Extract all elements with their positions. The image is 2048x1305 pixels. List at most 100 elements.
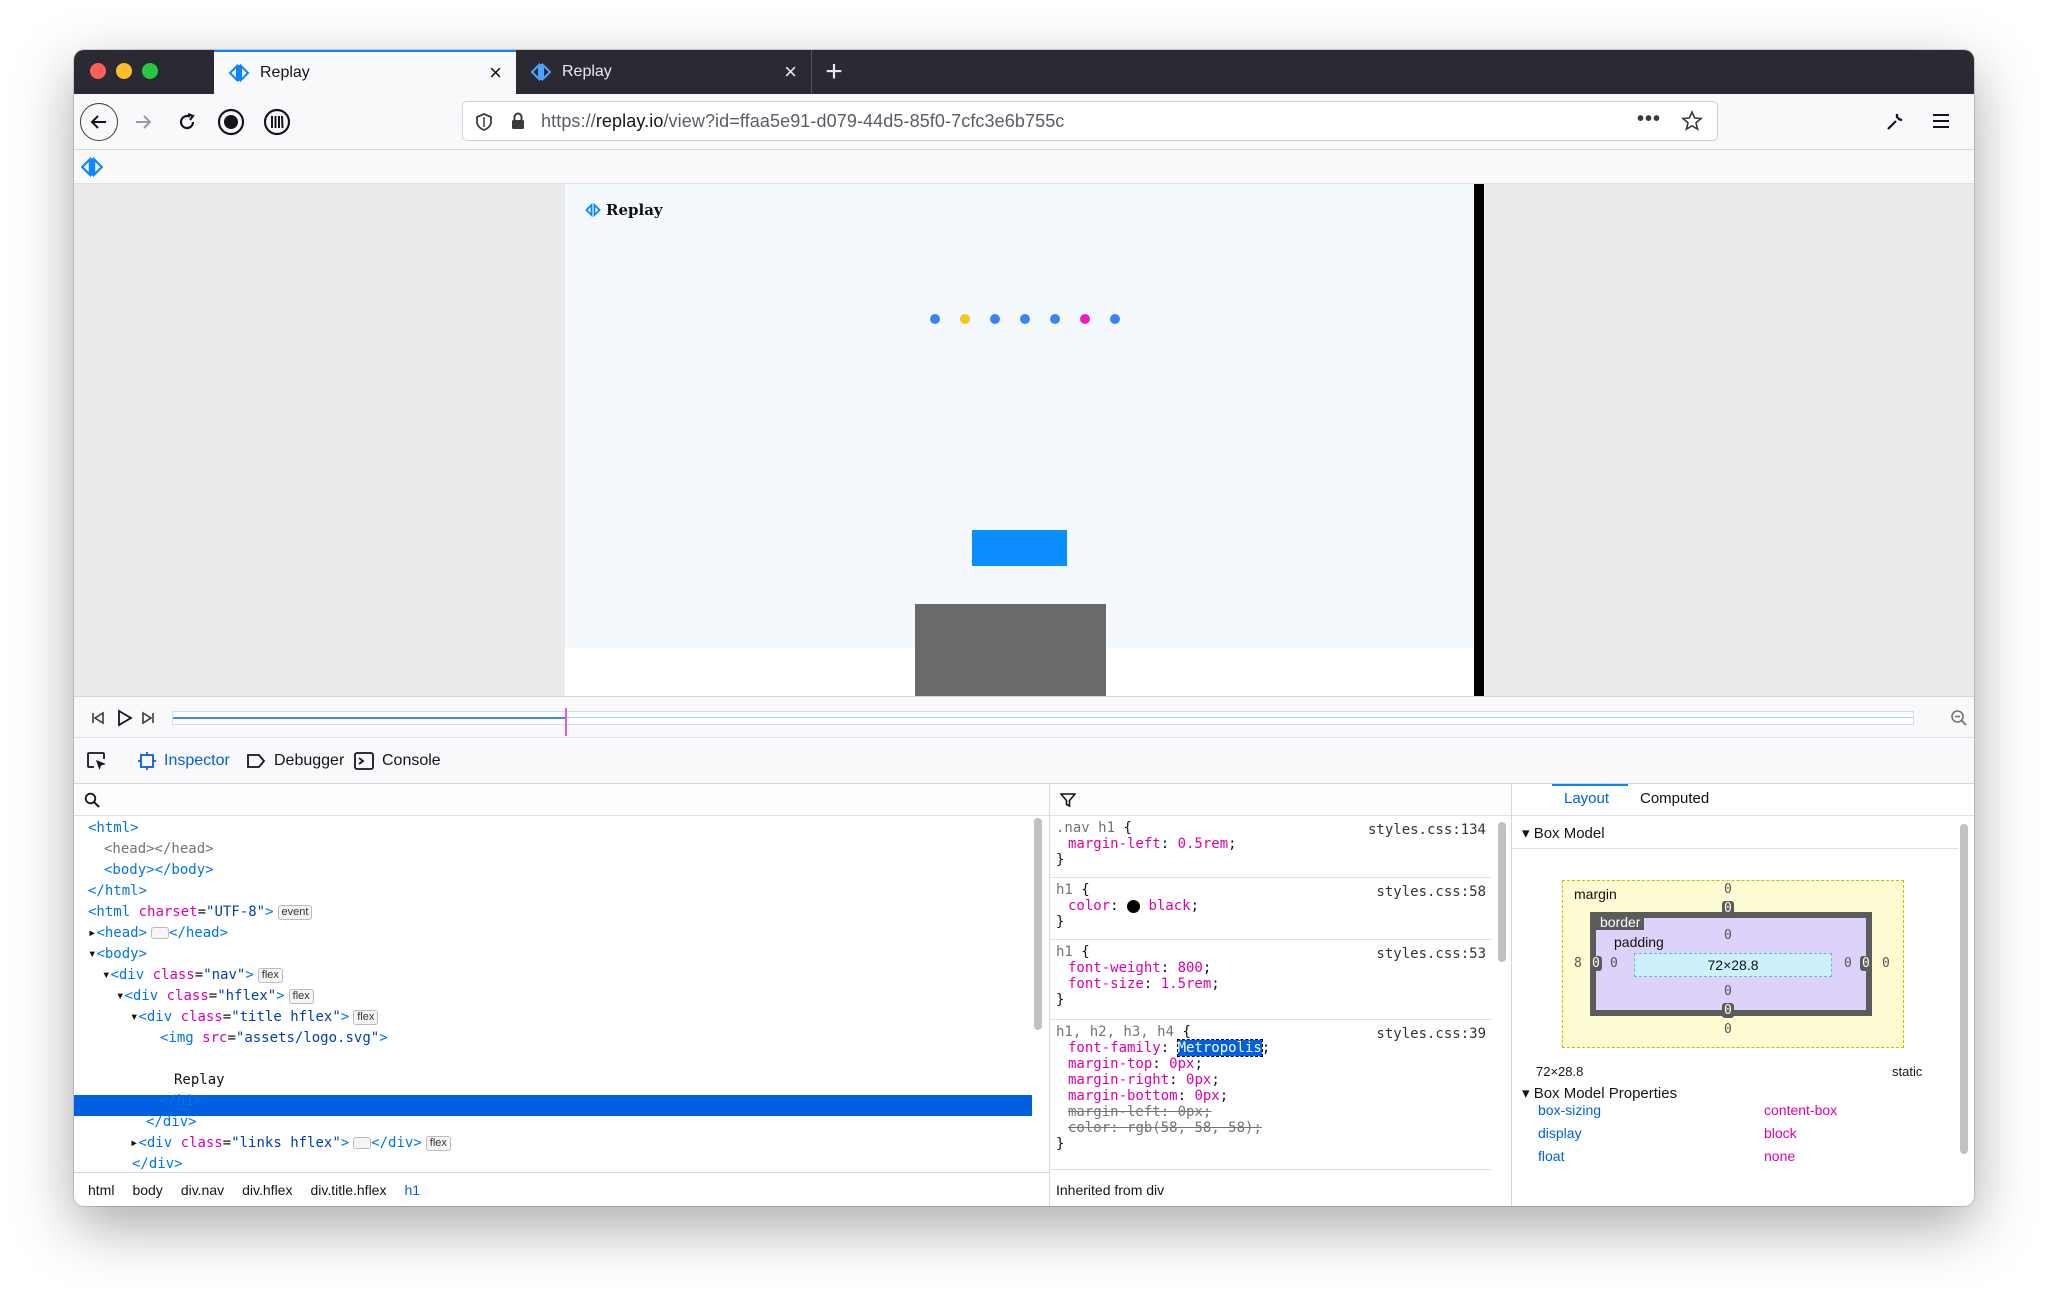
prop-value[interactable]: 0.5rem	[1178, 836, 1229, 852]
tab-replay-inactive[interactable]: Replay ×	[516, 50, 812, 94]
rules-filter-bar[interactable]	[1050, 784, 1511, 816]
tab-console[interactable]: Console	[354, 738, 441, 784]
prop-value-overridden[interactable]: 0px	[1178, 1104, 1203, 1120]
margin-right-value[interactable]: 0	[1882, 956, 1890, 971]
prop-name-overridden[interactable]: color	[1068, 1120, 1110, 1136]
rule-source-link[interactable]: styles.css:134	[1368, 822, 1486, 838]
rules-scrollbar[interactable]	[1496, 816, 1508, 1206]
rule-h1-color[interactable]: h1 { styles.css:58 color: black; }	[1050, 878, 1492, 940]
filter-icon[interactable]	[1060, 792, 1076, 808]
forward-button[interactable]	[124, 103, 162, 141]
tree-node-body[interactable]: ▾<body>	[88, 944, 147, 965]
box-model-content[interactable]: 72×28.8	[1634, 953, 1832, 977]
tab-inspector[interactable]: Inspector	[138, 738, 230, 784]
breadcrumb-h1[interactable]: h1	[404, 1182, 420, 1198]
flex-badge[interactable]: flex	[425, 1135, 451, 1151]
border-right-value[interactable]: 0	[1860, 956, 1872, 971]
rule-source-link[interactable]: styles.css:53	[1376, 946, 1486, 962]
tree-node-div-close[interactable]: </div>	[146, 1112, 197, 1133]
close-tab-icon[interactable]: ×	[784, 61, 797, 83]
prop-value-overridden[interactable]: rgb(58, 58, 58)	[1127, 1120, 1253, 1136]
breadcrumb-div-title-hflex[interactable]: div.title.hflex	[310, 1182, 386, 1198]
padding-left-value[interactable]: 0	[1610, 956, 1618, 971]
tree-node-html-close[interactable]: </html>	[88, 881, 147, 902]
new-tab-button[interactable]: +	[816, 54, 852, 90]
prop-name[interactable]: font-family	[1068, 1040, 1161, 1056]
box-model-props-header[interactable]: ▾ Box Model Properties	[1522, 1084, 1677, 1102]
page-actions-icon[interactable]: •••	[1637, 108, 1661, 131]
shield-icon[interactable]	[475, 112, 493, 132]
color-swatch[interactable]	[1127, 899, 1141, 913]
library-button[interactable]	[258, 103, 296, 141]
markup-search-bar[interactable]	[74, 784, 1049, 816]
layout-scroll-thumb[interactable]	[1960, 824, 1968, 1154]
event-badge[interactable]: event	[277, 904, 313, 920]
prop-name[interactable]: font-weight	[1068, 960, 1161, 976]
rule-source-link[interactable]: styles.css:39	[1376, 1026, 1486, 1042]
margin-top-value[interactable]: 0	[1724, 882, 1732, 897]
prop-value[interactable]: 0px	[1169, 1056, 1194, 1072]
prop-name[interactable]: color	[1068, 898, 1110, 914]
element-picker-icon[interactable]	[86, 751, 108, 771]
margin-bottom-value[interactable]: 0	[1724, 1022, 1732, 1037]
box-model-header[interactable]: ▾ Box Model	[1522, 824, 1605, 842]
play-icon[interactable]	[114, 708, 134, 728]
box-prop-row[interactable]: display block	[1538, 1125, 1858, 1147]
tree-node-div-title[interactable]: ▾<div class="title hflex"> flex	[130, 1007, 379, 1028]
prop-value[interactable]: black	[1148, 898, 1190, 914]
record-button[interactable]	[212, 103, 250, 141]
tab-computed[interactable]: Computed	[1640, 790, 1709, 807]
border-top-value[interactable]: 0	[1722, 901, 1734, 916]
tree-node-div-hflex[interactable]: ▾<div class="hflex"> flex	[116, 986, 314, 1007]
padding-bottom-value[interactable]: 0	[1724, 984, 1732, 999]
step-forward-icon[interactable]	[140, 710, 156, 726]
tab-replay-active[interactable]: Replay ×	[214, 50, 516, 94]
prop-name[interactable]: font-size	[1068, 976, 1144, 992]
prop-value-selected[interactable]: Metropolis	[1176, 1039, 1263, 1057]
collapsed-content-badge[interactable]	[151, 927, 170, 939]
url-text[interactable]: https://replay.io/view?id=ffaa5e91-d079-…	[541, 111, 1064, 132]
layout-scrollbar[interactable]	[1958, 824, 1970, 1206]
viewport-divider[interactable]	[1474, 184, 1484, 696]
page-blue-button[interactable]	[972, 530, 1067, 566]
tree-node-h1-text[interactable]: Replay	[174, 1070, 225, 1091]
rules-scroll-thumb[interactable]	[1498, 822, 1506, 962]
markup-scrollbar[interactable]	[1032, 816, 1044, 1172]
prop-value[interactable]: 1.5rem	[1161, 976, 1212, 992]
box-prop-row[interactable]: float none	[1538, 1148, 1858, 1170]
margin-left-value[interactable]: 8	[1574, 956, 1582, 971]
border-left-value[interactable]: 0	[1590, 956, 1602, 971]
tree-node-head-empty[interactable]: <head></head>	[104, 839, 214, 860]
prop-name[interactable]: margin-top	[1068, 1056, 1152, 1072]
flex-badge[interactable]: flex	[353, 1009, 379, 1025]
border-bottom-value[interactable]: 0	[1722, 1003, 1734, 1018]
prop-name-overridden[interactable]: margin-left	[1068, 1104, 1161, 1120]
padding-top-value[interactable]: 0	[1724, 928, 1732, 943]
rule-nav-h1[interactable]: .nav h1 { styles.css:134 margin-left: 0.…	[1050, 816, 1492, 878]
zoom-out-icon[interactable]	[1950, 709, 1968, 727]
minimize-window-button[interactable]	[116, 63, 132, 79]
step-back-icon[interactable]	[90, 710, 106, 726]
prop-value[interactable]: 0px	[1186, 1072, 1211, 1088]
prop-name[interactable]: margin-left	[1068, 836, 1161, 852]
close-window-button[interactable]	[90, 63, 106, 79]
flex-badge[interactable]: flex	[288, 988, 314, 1004]
flex-badge[interactable]: flex	[257, 967, 283, 983]
address-bar[interactable]: https://replay.io/view?id=ffaa5e91-d079-…	[462, 101, 1718, 141]
rule-source-link[interactable]: styles.css:58	[1376, 884, 1486, 900]
tab-debugger[interactable]: Debugger	[246, 738, 344, 784]
hamburger-menu-icon[interactable]	[1930, 110, 1952, 132]
rule-h1-font[interactable]: h1 { styles.css:53 font-weight: 800; fon…	[1050, 940, 1492, 1020]
padding-right-value[interactable]: 0	[1844, 956, 1852, 971]
tab-layout[interactable]: Layout	[1564, 790, 1609, 807]
tree-node-html[interactable]: <html charset="UTF-8"> event	[88, 902, 313, 923]
tree-node-div-nav[interactable]: ▾<div class="nav"> flex	[102, 965, 283, 986]
breadcrumb-div-hflex[interactable]: div.hflex	[242, 1182, 292, 1198]
collapsed-content-badge[interactable]	[353, 1137, 372, 1149]
tree-node-html-empty[interactable]: <html>	[88, 818, 139, 839]
prop-name[interactable]: margin-right	[1068, 1072, 1169, 1088]
breadcrumb-div-nav[interactable]: div.nav	[181, 1182, 224, 1198]
prop-value[interactable]: 0px	[1194, 1088, 1219, 1104]
close-tab-icon[interactable]: ×	[489, 62, 502, 84]
zoom-window-button[interactable]	[142, 63, 158, 79]
